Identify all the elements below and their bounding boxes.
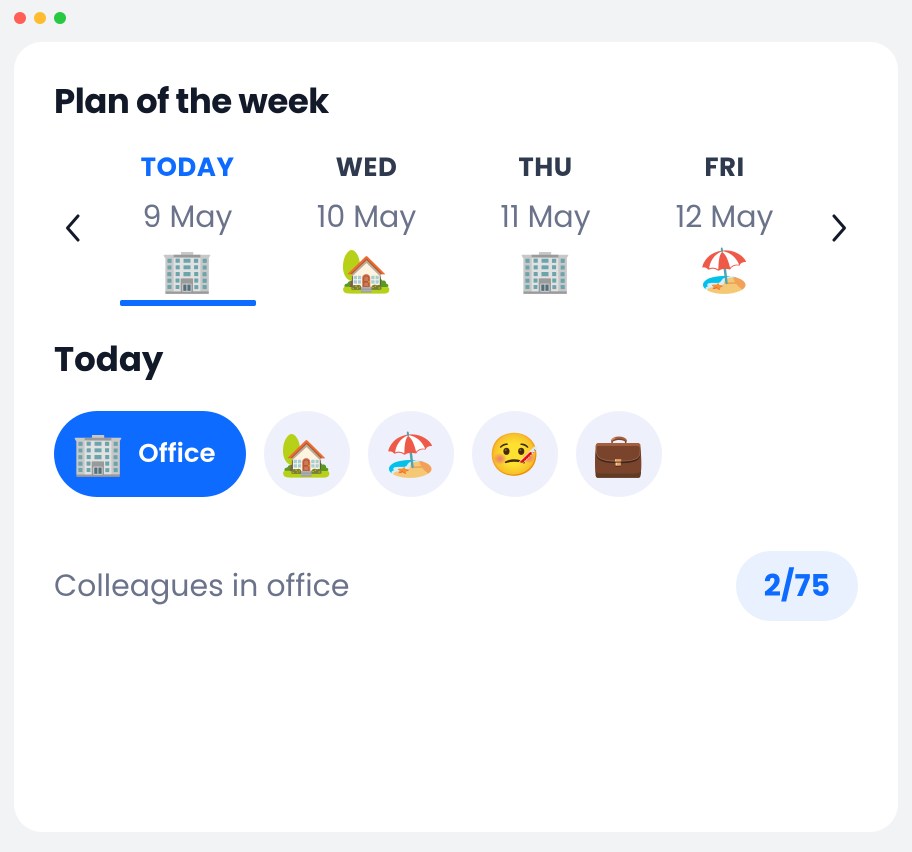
sick-icon: 🤒 bbox=[488, 423, 540, 486]
prev-week-button[interactable] bbox=[54, 198, 90, 258]
window-title-bar bbox=[0, 0, 912, 36]
chevron-right-icon bbox=[831, 213, 849, 243]
chevron-left-icon bbox=[63, 213, 81, 243]
beach-icon: 🏖️ bbox=[384, 423, 436, 486]
status-option-row: 🏢 Office 🏡 🏖️ 🤒 💼 bbox=[54, 411, 858, 497]
status-business-button[interactable]: 💼 bbox=[576, 411, 662, 497]
app-window: Plan of the week TODAY 9 May 🏢 WED 10 Ma… bbox=[0, 0, 912, 846]
day-fri[interactable]: FRI 12 May 🏖️ bbox=[645, 149, 805, 306]
home-icon: 🏡 bbox=[340, 250, 392, 292]
day-date: 10 May bbox=[317, 194, 416, 240]
beach-icon: 🏖️ bbox=[698, 250, 750, 292]
day-label: TODAY bbox=[141, 149, 235, 188]
office-icon: 🏢 bbox=[72, 433, 124, 475]
status-vacation-button[interactable]: 🏖️ bbox=[368, 411, 454, 497]
window-maximize-button[interactable] bbox=[54, 12, 66, 24]
day-date: 12 May bbox=[676, 194, 774, 240]
colleagues-count-badge[interactable]: 2/75 bbox=[736, 551, 858, 621]
status-office-button[interactable]: 🏢 Office bbox=[54, 411, 246, 497]
next-week-button[interactable] bbox=[822, 198, 858, 258]
day-label: WED bbox=[336, 149, 398, 188]
days-list: TODAY 9 May 🏢 WED 10 May 🏡 THU 11 May 🏢 … bbox=[98, 149, 814, 306]
status-label: Office bbox=[138, 435, 215, 474]
page-title: Plan of the week bbox=[54, 76, 858, 127]
active-day-indicator bbox=[120, 300, 256, 306]
day-date: 9 May bbox=[143, 194, 233, 240]
status-home-button[interactable]: 🏡 bbox=[264, 411, 350, 497]
colleagues-label: Colleagues in office bbox=[54, 563, 349, 609]
plan-card: Plan of the week TODAY 9 May 🏢 WED 10 Ma… bbox=[14, 42, 898, 832]
briefcase-icon: 💼 bbox=[592, 423, 644, 486]
day-wed[interactable]: WED 10 May 🏡 bbox=[287, 149, 447, 306]
office-icon: 🏢 bbox=[519, 250, 571, 292]
home-icon: 🏡 bbox=[280, 423, 332, 486]
window-close-button[interactable] bbox=[14, 12, 26, 24]
window-minimize-button[interactable] bbox=[34, 12, 46, 24]
day-label: FRI bbox=[704, 149, 744, 188]
day-today[interactable]: TODAY 9 May 🏢 bbox=[108, 149, 268, 306]
day-thu[interactable]: THU 11 May 🏢 bbox=[466, 149, 626, 306]
week-selector: TODAY 9 May 🏢 WED 10 May 🏡 THU 11 May 🏢 … bbox=[54, 149, 858, 306]
day-date: 11 May bbox=[500, 194, 590, 240]
status-sick-button[interactable]: 🤒 bbox=[472, 411, 558, 497]
today-section-title: Today bbox=[54, 334, 858, 385]
colleagues-row: Colleagues in office 2/75 bbox=[54, 551, 858, 621]
day-label: THU bbox=[518, 149, 572, 188]
office-icon: 🏢 bbox=[161, 250, 213, 292]
